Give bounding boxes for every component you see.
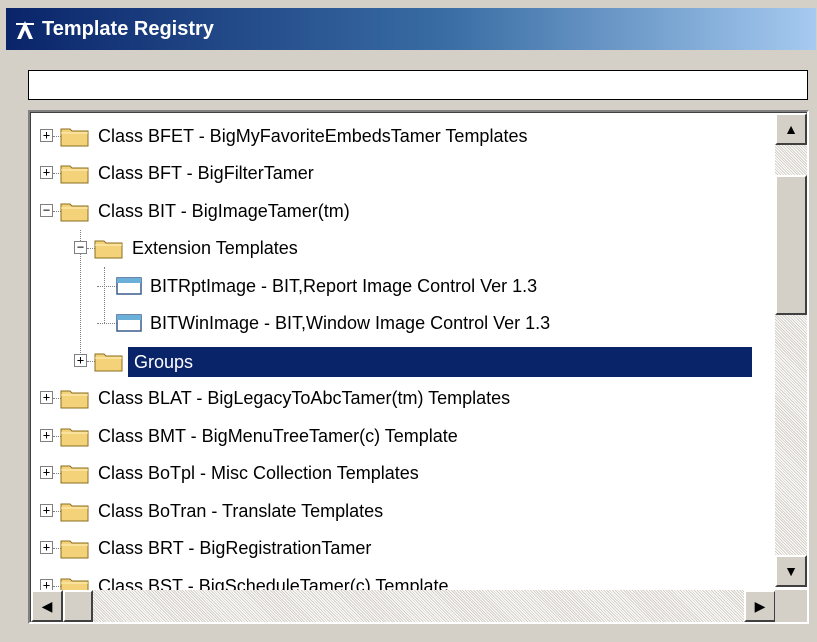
tree-item-label[interactable]: Groups: [127, 345, 753, 378]
vertical-scroll-thumb[interactable]: [775, 175, 807, 315]
arrow-right-icon: ▶: [754, 597, 766, 614]
arrow-down-icon: ▼: [784, 563, 798, 579]
scroll-right-button[interactable]: ▶: [744, 590, 776, 622]
template-tree[interactable]: + Class BFET - BigMyFavoriteEmbedsTamer T…: [28, 110, 809, 624]
horizontal-scrollbar[interactable]: ◀ ▶: [31, 590, 776, 622]
expand-toggle-icon[interactable]: +: [40, 428, 53, 442]
folder-icon: [60, 500, 90, 522]
tree-item[interactable]: + Class BRT - BigRegistrationTamer: [31, 530, 776, 567]
tree-item-label[interactable]: Class BoTran - Translate Templates: [94, 497, 387, 525]
collapse-toggle-icon[interactable]: −: [74, 241, 87, 255]
horizontal-scroll-thumb[interactable]: [63, 590, 93, 622]
scroll-up-button[interactable]: ▲: [775, 113, 807, 145]
folder-icon: [60, 125, 90, 147]
title-bar[interactable]: Template Registry: [6, 8, 816, 50]
folder-icon: [94, 350, 124, 372]
tree-item[interactable]: + Class BoTran - Translate Templates: [31, 492, 776, 529]
scroll-left-button[interactable]: ◀: [31, 590, 63, 622]
folder-icon: [60, 425, 90, 447]
vertical-scrollbar[interactable]: ▲ ▼: [775, 113, 807, 587]
template-icon: [116, 277, 142, 295]
folder-icon: [60, 162, 90, 184]
tree-item[interactable]: BITRptImage - BIT,Report Image Control V…: [31, 267, 776, 304]
tree-item-label[interactable]: BITRptImage - BIT,Report Image Control V…: [146, 272, 541, 300]
tree-item-label[interactable]: Class BIT - BigImageTamer(tm): [94, 197, 354, 225]
tree-item[interactable]: + Groups: [31, 342, 776, 379]
app-icon: [16, 21, 34, 39]
tree-item-label[interactable]: Class BRT - BigRegistrationTamer: [94, 534, 375, 562]
window-title: Template Registry: [42, 18, 214, 40]
tree-item[interactable]: + Class BFET - BigMyFavoriteEmbedsTamer T…: [31, 117, 776, 154]
expand-toggle-icon[interactable]: +: [40, 166, 53, 180]
tree-item-label[interactable]: Extension Templates: [128, 234, 302, 262]
tree-viewport: + Class BFET - BigMyFavoriteEmbedsTamer T…: [30, 112, 807, 622]
folder-icon: [60, 462, 90, 484]
expand-toggle-icon[interactable]: +: [40, 466, 53, 480]
folder-icon: [60, 200, 90, 222]
tree-item-label[interactable]: Class BoTpl - Misc Collection Templates: [94, 459, 423, 487]
filter-input[interactable]: [28, 70, 808, 100]
tree-item[interactable]: + Class BoTpl - Misc Collection Templates: [31, 455, 776, 492]
template-registry-window: Template Registry + Class BFET - BigMyFav…: [0, 0, 817, 642]
folder-icon: [60, 387, 90, 409]
tree-item-label[interactable]: Class BFET - BigMyFavoriteEmbedsTamer Te…: [94, 122, 531, 150]
tree-item-label[interactable]: Class BFT - BigFilterTamer: [94, 159, 318, 187]
tree-item-label[interactable]: Class BMT - BigMenuTreeTamer(c) Template: [94, 422, 462, 450]
tree-item-label[interactable]: Class BLAT - BigLegacyToAbcTamer(tm) Tem…: [94, 384, 514, 412]
tree-item[interactable]: − Extension Templates: [31, 230, 776, 267]
expand-toggle-icon[interactable]: +: [74, 353, 87, 367]
template-icon: [116, 314, 142, 332]
expand-toggle-icon[interactable]: +: [40, 503, 53, 517]
collapse-toggle-icon[interactable]: −: [40, 203, 53, 217]
scroll-down-button[interactable]: ▼: [775, 555, 807, 587]
arrow-up-icon: ▲: [784, 121, 798, 137]
tree-item[interactable]: + Class BLAT - BigLegacyToAbcTamer(tm) Te…: [31, 380, 776, 417]
folder-icon: [60, 537, 90, 559]
folder-icon: [94, 237, 124, 259]
tree-item[interactable]: + Class BFT - BigFilterTamer: [31, 155, 776, 192]
expand-toggle-icon[interactable]: +: [40, 128, 53, 142]
expand-toggle-icon[interactable]: +: [40, 391, 53, 405]
arrow-left-icon: ◀: [41, 597, 53, 614]
tree-item[interactable]: + Class BMT - BigMenuTreeTamer(c) Templat…: [31, 417, 776, 454]
tree-item-label[interactable]: BITWinImage - BIT,Window Image Control V…: [146, 309, 554, 337]
tree-item[interactable]: BITWinImage - BIT,Window Image Control V…: [31, 305, 776, 342]
scrollbar-corner: [775, 590, 807, 622]
expand-toggle-icon[interactable]: +: [40, 541, 53, 555]
tree-item[interactable]: − Class BIT - BigImageTamer(tm): [31, 192, 776, 229]
